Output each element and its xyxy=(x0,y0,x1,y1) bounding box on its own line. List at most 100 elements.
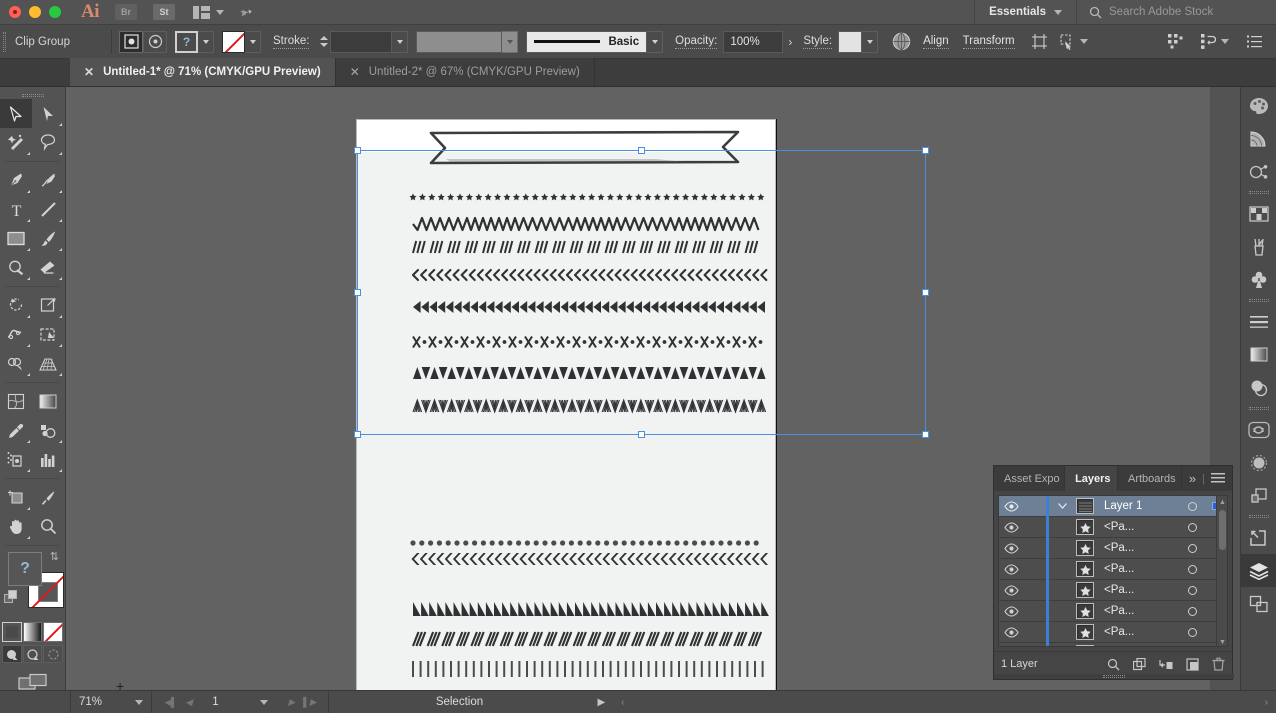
isolate-selected-object-button[interactable] xyxy=(119,30,143,53)
fill-dropdown-button[interactable] xyxy=(198,30,214,53)
selection-tool[interactable] xyxy=(0,99,32,128)
previous-artboard-icon[interactable]: ◀ xyxy=(185,697,192,708)
brush-definition-dropdown[interactable] xyxy=(647,30,664,53)
transform-button[interactable]: Transform xyxy=(962,35,1015,49)
type-tool[interactable]: T xyxy=(0,195,32,224)
color-mode-button[interactable] xyxy=(2,622,22,642)
stroke-dropdown-button[interactable] xyxy=(245,30,261,53)
visibility-toggle-icon[interactable] xyxy=(999,521,1023,533)
stock-button[interactable]: St xyxy=(153,4,175,20)
panel-menu-icon[interactable] xyxy=(1211,472,1225,485)
artboard-dropdown-button[interactable] xyxy=(252,691,276,713)
panel-resize-grip[interactable] xyxy=(994,674,1234,679)
layer-name[interactable]: Layer 1 xyxy=(1098,500,1179,512)
target-indicator[interactable] xyxy=(1179,543,1205,553)
blend-tool[interactable] xyxy=(32,416,64,445)
layers-panel[interactable]: Asset Expo Layers Artboards » | Layer 1 … xyxy=(993,465,1234,680)
target-indicator[interactable] xyxy=(1179,627,1205,637)
opacity-options-button[interactable]: › xyxy=(783,35,797,49)
tab-layers[interactable]: Layers xyxy=(1065,466,1118,491)
image-trace-icon[interactable] xyxy=(1241,446,1276,479)
mask-button[interactable] xyxy=(1058,33,1075,50)
target-indicator[interactable] xyxy=(1179,501,1205,511)
window-controls[interactable] xyxy=(0,6,61,18)
chevron-down-icon[interactable] xyxy=(1079,39,1088,44)
target-indicator[interactable] xyxy=(1179,564,1205,574)
layer-name[interactable]: <Pa... xyxy=(1098,584,1179,596)
select-similar-objects-button[interactable] xyxy=(143,30,167,53)
graphic-style-swatch[interactable] xyxy=(838,30,863,53)
zoom-level-field[interactable]: 71% xyxy=(71,691,127,713)
arrange-documents-button[interactable] xyxy=(193,5,224,19)
magic-wand-tool[interactable] xyxy=(0,128,32,157)
adobe-stock-search[interactable]: Search Adobe Stock xyxy=(1076,0,1276,24)
create-sublayer-icon[interactable] xyxy=(1159,658,1173,671)
pathfinder-panel-icon[interactable] xyxy=(1241,479,1276,512)
stroke-color-swatch[interactable] xyxy=(222,30,245,53)
direct-selection-tool[interactable] xyxy=(32,99,64,128)
swap-fill-stroke-icon[interactable]: ⇅ xyxy=(50,550,59,563)
curvature-tool[interactable] xyxy=(32,166,64,195)
draw-normal-button[interactable] xyxy=(2,645,22,663)
eyedropper-tool[interactable] xyxy=(0,416,32,445)
color-panel-icon[interactable] xyxy=(1241,89,1276,122)
align-button[interactable]: Align xyxy=(923,35,949,49)
distribute-spacing-button[interactable] xyxy=(1168,34,1183,49)
scroll-up-icon[interactable]: ▲ xyxy=(1217,496,1227,508)
zoom-dropdown-button[interactable] xyxy=(127,691,151,713)
layers-panel-icon[interactable] xyxy=(1241,554,1276,587)
draw-inside-button[interactable] xyxy=(43,645,64,663)
visibility-toggle-icon[interactable] xyxy=(999,584,1023,596)
current-tool-status[interactable]: Selection xyxy=(329,691,589,713)
clip-button[interactable] xyxy=(1031,33,1048,50)
layer-row-path-2[interactable]: <Pa... xyxy=(999,537,1227,559)
layer-row-path-7[interactable]: <Pa... xyxy=(999,642,1227,646)
maximize-window-button[interactable] xyxy=(49,6,61,18)
close-icon[interactable]: ✕ xyxy=(84,66,94,78)
symbols-panel-icon[interactable] xyxy=(1241,263,1276,296)
opacity-mask-button[interactable] xyxy=(892,32,911,51)
layer-row-path-1[interactable]: <Pa... xyxy=(999,516,1227,538)
fill-unknown-indicator[interactable]: ? xyxy=(175,30,198,53)
artboards-panel-icon[interactable] xyxy=(1241,587,1276,620)
locate-object-icon[interactable] xyxy=(1107,658,1120,671)
default-fill-stroke-icon[interactable] xyxy=(4,590,19,605)
close-icon[interactable]: ✕ xyxy=(350,66,360,78)
stroke-weight-stepper[interactable] xyxy=(317,31,330,53)
draw-behind-button[interactable] xyxy=(22,645,43,663)
artboard-tool[interactable] xyxy=(0,483,32,512)
target-indicator[interactable] xyxy=(1179,522,1205,532)
stroke-panel-icon[interactable] xyxy=(1241,305,1276,338)
layer-name[interactable]: <Pa... xyxy=(1098,626,1179,638)
swatches-panel-icon[interactable] xyxy=(1241,197,1276,230)
mesh-tool[interactable] xyxy=(0,387,32,416)
screen-mode-button[interactable] xyxy=(0,673,65,691)
symbol-sprayer-tool[interactable] xyxy=(0,445,32,474)
layer-name[interactable]: <Pa... xyxy=(1098,605,1179,617)
layers-vertical-scrollbar[interactable]: ▲ ▼ xyxy=(1216,496,1227,646)
layers-scroll-thumb[interactable] xyxy=(1219,510,1226,550)
slice-tool[interactable] xyxy=(32,483,64,512)
hand-tool[interactable] xyxy=(0,512,32,541)
asset-export-panel-icon[interactable] xyxy=(1241,521,1276,554)
visibility-toggle-icon[interactable] xyxy=(999,563,1023,575)
stroke-weight-dropdown[interactable] xyxy=(392,30,409,53)
lasso-tool[interactable] xyxy=(32,128,64,157)
none-mode-button[interactable] xyxy=(43,622,64,642)
layer-row-path-5[interactable]: <Pa... xyxy=(999,600,1227,622)
document-setup-button[interactable] xyxy=(1201,34,1229,49)
zoom-tool[interactable] xyxy=(32,512,64,541)
selection-handle-bottom-right[interactable] xyxy=(922,431,929,438)
shaper-tool[interactable] xyxy=(0,253,32,282)
width-profile-dropdown[interactable] xyxy=(502,30,519,53)
delete-layer-trash-icon[interactable] xyxy=(1212,657,1225,671)
target-indicator[interactable] xyxy=(1179,606,1205,616)
tab-asset-export[interactable]: Asset Expo xyxy=(994,466,1066,491)
target-indicator[interactable] xyxy=(1179,585,1205,595)
paintbrush-tool[interactable] xyxy=(32,224,64,253)
stroke-weight-input[interactable] xyxy=(330,30,393,53)
graphic-style-dropdown[interactable] xyxy=(862,30,879,53)
style-label[interactable]: Style: xyxy=(803,35,833,49)
scroll-down-icon[interactable]: ▼ xyxy=(1217,636,1227,646)
status-menu-button[interactable]: ▶ xyxy=(589,691,613,713)
